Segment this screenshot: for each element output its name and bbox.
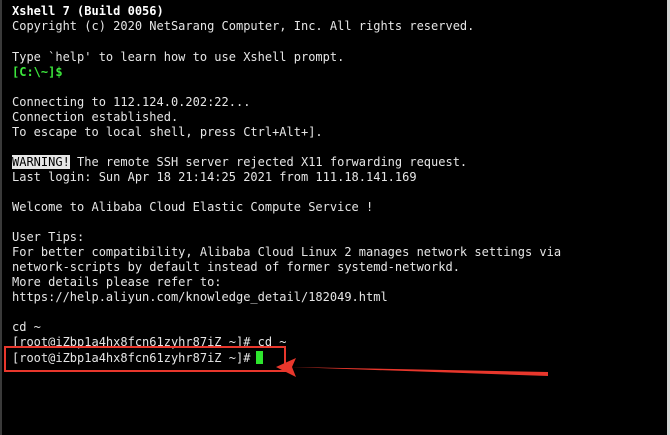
annotation-arrow-icon <box>276 358 548 377</box>
arrow-shaft <box>290 367 548 376</box>
arrow-head <box>276 358 296 377</box>
terminal-window[interactable]: Xshell 7 (Build 0056) Copyright (c) 2020… <box>0 0 670 435</box>
